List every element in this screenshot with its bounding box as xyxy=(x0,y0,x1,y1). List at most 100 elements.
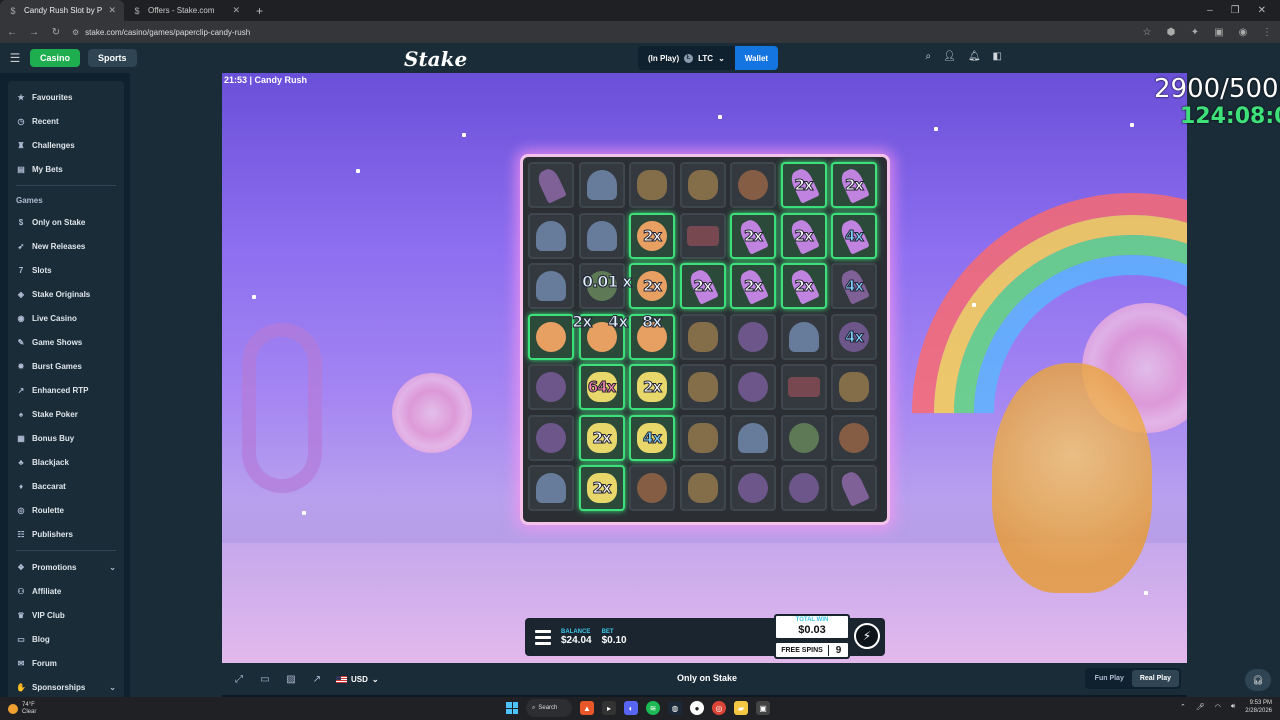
tray-chevron-icon[interactable]: ⌃ xyxy=(1180,703,1186,711)
sidebar-item-baccarat[interactable]: ♦ Baccarat xyxy=(8,474,124,498)
sidebar-item-forum[interactable]: ✉ Forum xyxy=(8,651,124,675)
site-info-icon[interactable]: ⚙ xyxy=(72,28,79,37)
user-icon[interactable]: 👤︎ xyxy=(943,51,956,62)
pop-symbol-icon xyxy=(535,166,567,204)
slot-board[interactable]: 2x 2x 2x 2x 2x 4x 2x 2x 2x 2x 4x 4x 64x 2x 2x 4x 2x xyxy=(520,154,890,525)
sidebar-item-new-releases[interactable]: ➶ New Releases xyxy=(8,234,124,258)
new-tab-icon[interactable]: + xyxy=(248,4,271,18)
terminal-icon[interactable]: ▸ xyxy=(602,701,616,715)
app-icon[interactable]: ▣ xyxy=(756,701,770,715)
wallet-button[interactable]: Wallet xyxy=(734,46,779,70)
tab-label: Offers - Stake.com xyxy=(148,6,215,15)
sidepanel-icon[interactable]: ▣ xyxy=(1212,27,1226,38)
stake-logo[interactable]: Stake xyxy=(404,47,467,71)
bookmark-star-icon[interactable]: ☆ xyxy=(1140,27,1154,38)
floating-multiplier: 8x xyxy=(641,312,663,332)
volume-icon[interactable]: 🔊︎ xyxy=(1231,703,1235,711)
slot-cell xyxy=(578,212,625,259)
real-play-button[interactable]: Real Play xyxy=(1131,670,1179,687)
sidebar-item-affiliate[interactable]: ⚇ Affiliate xyxy=(8,579,124,603)
close-icon[interactable]: ✕ xyxy=(232,5,240,16)
discord-icon[interactable]: ◐ xyxy=(624,701,638,715)
games-heading: Games xyxy=(16,195,43,205)
balance-selector[interactable]: (In Play) Ł LTC ⌄ xyxy=(638,46,735,70)
popout-icon[interactable]: ↗ xyxy=(304,674,330,685)
turbo-lightning-icon[interactable]: ⚡︎ xyxy=(854,623,880,649)
multiplier-label: 2x xyxy=(642,277,662,296)
sidebar-item-only-on-stake[interactable]: $ Only on Stake xyxy=(8,210,124,234)
browser-tab[interactable]: $ Offers - Stake.com ✕ xyxy=(124,0,248,21)
url-field[interactable]: ⚙ stake.com/casino/games/paperclip-candy… xyxy=(72,28,1130,37)
hamburger-icon[interactable]: ☰ xyxy=(0,51,30,65)
stream-timer-overlay: 124:08:0 xyxy=(1180,104,1280,129)
sidebar-item-vip-club[interactable]: ♛ VIP Club xyxy=(8,603,124,627)
currency-selector[interactable]: USD ⌄ xyxy=(336,675,379,684)
sidebar-item-roulette[interactable]: ◎ Roulette xyxy=(8,498,124,522)
sidebar-item-publishers[interactable]: ☷ Publishers xyxy=(8,522,124,546)
sidebar-item-blog[interactable]: ▭ Blog xyxy=(8,627,124,651)
sidebar-item-my-bets[interactable]: ▤ My Bets xyxy=(8,157,124,181)
weather-widget[interactable]: 74°F Clear xyxy=(8,702,36,716)
sidebar-item-stake-originals[interactable]: ◈ Stake Originals xyxy=(8,282,124,306)
browser-tab-active[interactable]: $ Candy Rush Slot by Papercl ✕ xyxy=(0,0,124,21)
taskbar-search[interactable]: ⌕ Search xyxy=(526,699,572,717)
slot-cell xyxy=(528,162,574,208)
bear-symbol-icon xyxy=(839,372,869,402)
sports-button[interactable]: Sports xyxy=(88,49,137,67)
extension-icon[interactable]: ⬢ xyxy=(1164,27,1178,38)
sidebar-item-stake-poker[interactable]: ♠ Stake Poker xyxy=(8,402,124,426)
sidebar-item-blackjack[interactable]: ♣ Blackjack xyxy=(8,450,124,474)
cookie-symbol-icon xyxy=(637,473,667,503)
fun-play-button[interactable]: Fun Play xyxy=(1087,670,1132,687)
minimize-icon[interactable]: – xyxy=(1207,5,1213,16)
chat-panel-icon[interactable]: ◧ xyxy=(993,51,1002,62)
support-headset-icon[interactable]: 🎧︎ xyxy=(1245,669,1271,691)
profile-icon[interactable]: ◉ xyxy=(1236,27,1250,38)
back-icon[interactable]: ← xyxy=(6,27,18,38)
menu-dots-icon[interactable]: ⋮ xyxy=(1260,27,1274,38)
mic-icon[interactable]: 🎤︎ xyxy=(1196,703,1205,711)
window-close-icon[interactable]: ✕ xyxy=(1258,5,1266,16)
bet-display[interactable]: BET $0.10 xyxy=(602,629,627,646)
fullscreen-icon[interactable]: ⤢ xyxy=(226,674,252,685)
sidebar-item-slots[interactable]: 7 Slots xyxy=(8,258,124,282)
chrome-icon[interactable]: ◎ xyxy=(712,701,726,715)
slot-cell xyxy=(679,465,726,511)
forward-icon[interactable]: → xyxy=(28,27,40,38)
multiplier-label: 2x xyxy=(592,428,612,447)
close-icon[interactable]: ✕ xyxy=(108,5,116,16)
theatre-mode-icon[interactable]: ▭ xyxy=(252,674,278,685)
system-clock[interactable]: 9:53 PM 2/28/2026 xyxy=(1245,699,1272,715)
symbol-grid: 2x 2x 2x 2x 2x 4x 2x 2x 2x 2x 4x 4x 64x 2x 2x 4x 2x xyxy=(528,162,882,511)
windows-start-icon[interactable] xyxy=(506,702,518,714)
slot-cell xyxy=(679,364,726,410)
obs-icon[interactable]: ● xyxy=(690,701,704,715)
game-canvas[interactable]: 21:53 | Candy Rush 2x 2x 2x 2x 2x 4x 2x 2x 2x 2x 4… xyxy=(222,73,1187,663)
sidebar-item-sponsorships[interactable]: ✋ Sponsorships ⌄ xyxy=(8,675,124,697)
game-menu-icon[interactable] xyxy=(535,629,551,645)
casino-button[interactable]: Casino xyxy=(30,49,81,67)
reload-icon[interactable]: ↻ xyxy=(50,27,62,38)
sidebar-item-game-shows[interactable]: ✎ Game Shows xyxy=(8,330,124,354)
sidebar-item-favourites[interactable]: ★ Favourites xyxy=(8,85,124,109)
sidebar-item-live-casino[interactable]: ◉ Live Casino xyxy=(8,306,124,330)
sidebar-item-promotions[interactable]: ❖ Promotions ⌄ xyxy=(8,555,124,579)
sidebar-item-enhanced-rtp[interactable]: ↗ Enhanced RTP xyxy=(8,378,124,402)
sidebar-item-bonus-buy[interactable]: ▦ Bonus Buy xyxy=(8,426,124,450)
sidebar-item-challenges[interactable]: ♜ Challenges xyxy=(8,133,124,157)
sparkle xyxy=(302,511,306,515)
puzzle-icon[interactable]: ✦ xyxy=(1188,27,1202,38)
sidebar-item-recent[interactable]: ◷ Recent xyxy=(8,109,124,133)
steam-icon[interactable]: ◍ xyxy=(668,701,682,715)
chevron-down-icon: ⌄ xyxy=(718,53,725,63)
sidebar-item-burst-games[interactable]: ✸ Burst Games xyxy=(8,354,124,378)
notification-bell-icon[interactable]: 🔔︎ xyxy=(968,51,981,62)
spotify-icon[interactable]: ≋ xyxy=(646,701,660,715)
brave-browser-icon[interactable]: ▲ xyxy=(580,701,594,715)
wifi-icon[interactable]: ◠ xyxy=(1215,703,1221,711)
maximize-icon[interactable]: ❐ xyxy=(1231,5,1240,16)
search-icon[interactable]: ⌕ xyxy=(926,51,932,62)
file-explorer-icon[interactable]: ▰ xyxy=(734,701,748,715)
stats-icon[interactable]: ▨ xyxy=(278,674,304,685)
chevron-down-icon: ⌄ xyxy=(109,682,116,692)
